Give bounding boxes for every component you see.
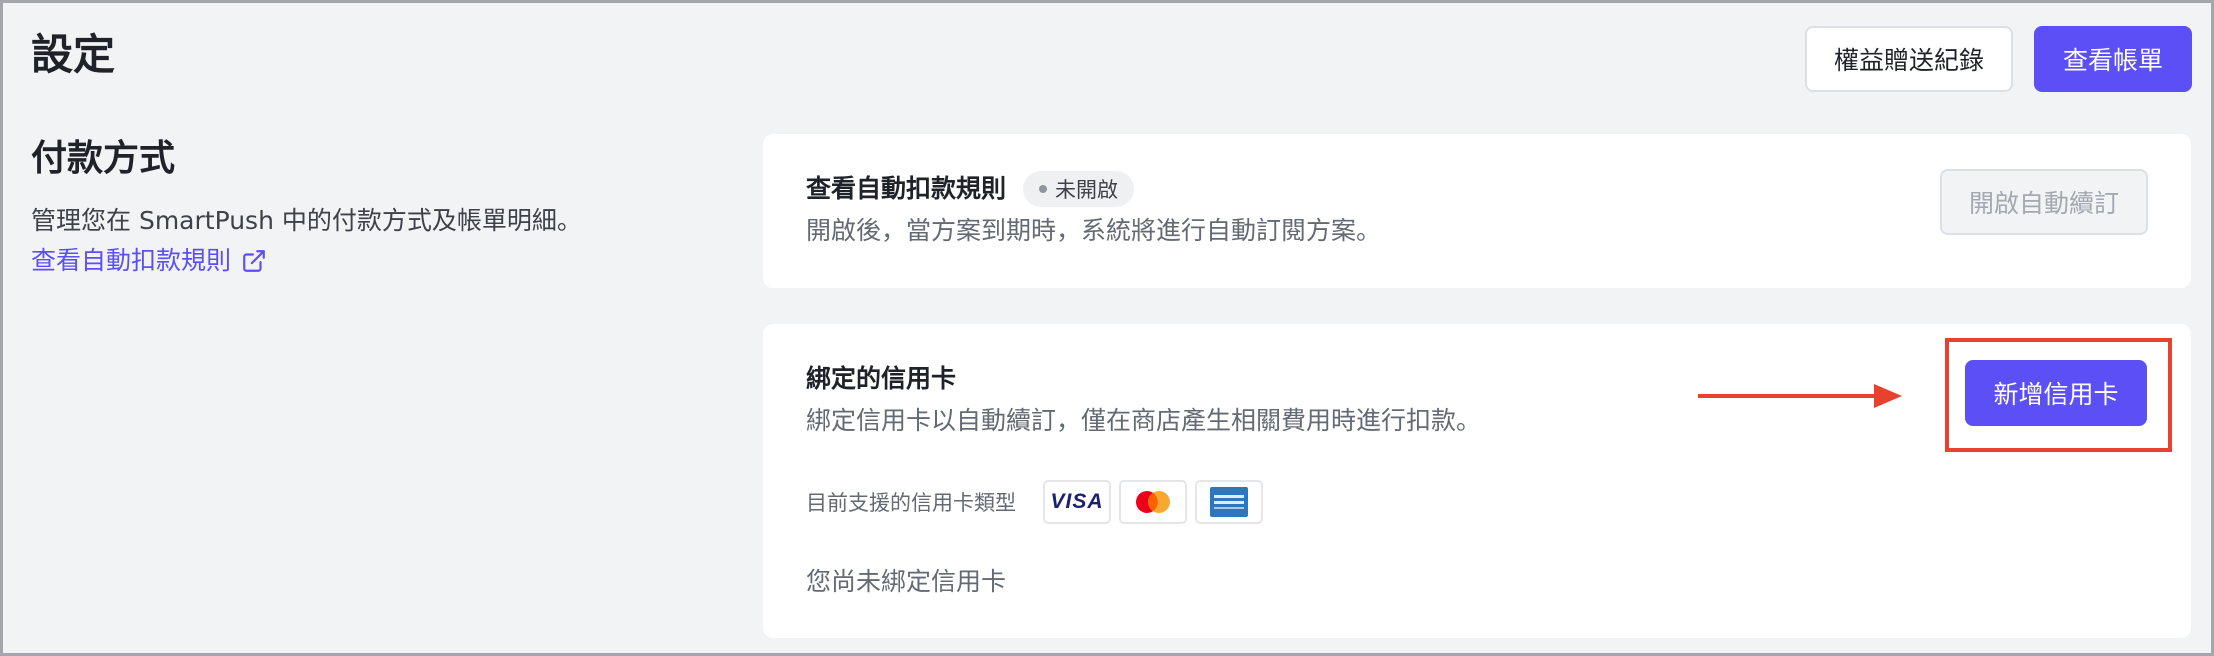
auto-debit-rules-link-label: 查看自動扣款規則 xyxy=(31,246,232,275)
supported-cards-label: 目前支援的信用卡類型 xyxy=(806,491,1016,515)
auto-renew-title: 查看自動扣款規則 xyxy=(806,174,1007,203)
mastercard-icon xyxy=(1136,491,1170,513)
external-link-icon xyxy=(243,250,265,272)
settings-page: 設定 權益贈送紀錄 查看帳單 付款方式 管理您在 SmartPush 中的付款方… xyxy=(0,0,2214,656)
no-card-empty-state: 您尚未綁定信用卡 xyxy=(806,567,1007,596)
status-dot-icon xyxy=(1039,185,1047,193)
status-badge: 未開啟 xyxy=(1023,171,1134,207)
enable-auto-renew-button[interactable]: 開啟自動續訂 xyxy=(1940,169,2148,235)
mastercard-logo xyxy=(1119,480,1187,524)
view-bill-button[interactable]: 查看帳單 xyxy=(2034,26,2192,92)
credit-card-description: 綁定信用卡以自動續訂，僅在商店產生相關費用時進行扣款。 xyxy=(806,406,1482,435)
auto-renew-card: 查看自動扣款規則 未開啟 開啟後，當方案到期時，系統將進行自動訂閱方案。 開啟自… xyxy=(763,134,2191,288)
page-title: 設定 xyxy=(31,30,116,79)
credit-card-title: 綁定的信用卡 xyxy=(806,364,957,393)
visa-logo: VISA xyxy=(1043,480,1111,524)
gift-records-button[interactable]: 權益贈送紀錄 xyxy=(1805,26,2013,92)
auto-renew-description: 開啟後，當方案到期時，系統將進行自動訂閱方案。 xyxy=(806,216,1382,245)
amex-logo xyxy=(1195,480,1263,524)
annotation-highlight-box xyxy=(1945,338,2172,452)
payment-section-description: 管理您在 SmartPush 中的付款方式及帳單明細。 xyxy=(31,206,582,235)
annotation-arrow-icon xyxy=(1698,384,1902,408)
payment-section-title: 付款方式 xyxy=(31,138,176,179)
visa-logo-text: VISA xyxy=(1050,490,1104,513)
status-badge-label: 未開啟 xyxy=(1055,178,1118,202)
amex-icon xyxy=(1210,487,1248,517)
auto-debit-rules-link[interactable]: 查看自動扣款規則 xyxy=(31,243,267,279)
